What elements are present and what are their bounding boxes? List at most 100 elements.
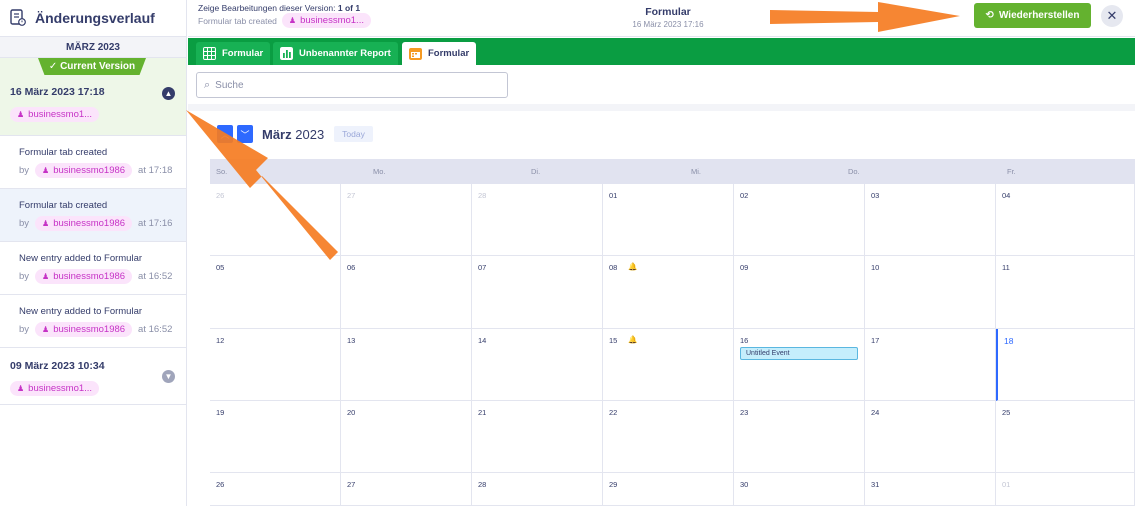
- search-input[interactable]: ⌕ Suche: [196, 72, 508, 98]
- calendar-event[interactable]: Untitled Event: [740, 347, 858, 360]
- day-number: 17: [871, 336, 880, 345]
- tab-label: Formular: [428, 48, 470, 59]
- event-meta: by ♟ businessmo1986 at 17:18: [19, 163, 172, 178]
- tab-formular-calendar[interactable]: Formular: [402, 42, 477, 65]
- history-event[interactable]: New entry added to Formular by ♟ business…: [0, 242, 186, 295]
- event-title: Formular tab created: [19, 147, 108, 158]
- sidebar-title: Änderungsverlauf: [35, 10, 155, 26]
- calendar-grid: 26 27 28 01 02 03 04 05 06 07 08 🔔 09 10 11 12 13 14 15 🔔 16…: [210, 184, 1135, 506]
- day-number: 03: [871, 191, 880, 200]
- calendar-day-cell[interactable]: 13: [341, 329, 472, 401]
- calendar-day-cell[interactable]: 04: [996, 184, 1135, 256]
- event-by: by: [19, 324, 30, 335]
- tab-bar: Formular Unbenannter Report Formular: [188, 38, 1135, 65]
- version-user: ♟ businessmo1...: [10, 378, 100, 396]
- calendar-day-cell[interactable]: 31: [865, 473, 996, 506]
- restore-button[interactable]: ⟲ Wiederherstellen: [974, 3, 1091, 28]
- user-name: businessmo1986: [53, 324, 126, 335]
- weekday-label: Do.: [848, 167, 860, 176]
- calendar-day-cell[interactable]: 20: [341, 401, 472, 473]
- calendar-day-cell[interactable]: 29: [603, 473, 734, 506]
- day-number: 09: [740, 263, 749, 272]
- calendar-day-cell[interactable]: 28: [472, 473, 603, 506]
- day-number: 02: [740, 191, 749, 200]
- next-month-button[interactable]: ﹀: [237, 125, 253, 143]
- calendar-day-cell[interactable]: 27: [341, 473, 472, 506]
- day-number: 12: [216, 336, 225, 345]
- older-version-item[interactable]: 09 März 2023 10:34 ♟ businessmo1... ▼: [0, 348, 186, 405]
- expand-chevron-icon[interactable]: ▼: [162, 370, 175, 383]
- day-number: 20: [347, 408, 356, 417]
- calendar-day-cell[interactable]: 06: [341, 256, 472, 329]
- tab-label: Unbenannter Report: [299, 48, 391, 59]
- calendar-day-cell[interactable]: 05: [210, 256, 341, 329]
- prev-month-button[interactable]: ︿: [217, 125, 233, 143]
- history-event[interactable]: Formular tab created by ♟ businessmo1986 …: [0, 136, 186, 189]
- calendar-day-cell[interactable]: 23: [734, 401, 865, 473]
- user-name: businessmo1986: [53, 271, 126, 282]
- tab-formular-table[interactable]: Formular: [196, 42, 271, 65]
- weekday-label: Di.: [531, 167, 541, 176]
- history-event-selected[interactable]: Formular tab created by ♟ businessmo1986 …: [0, 189, 186, 242]
- today-button[interactable]: Today: [334, 126, 373, 142]
- user-name: businessmo1986: [53, 218, 126, 229]
- calendar-day-cell[interactable]: 24: [865, 401, 996, 473]
- calendar-day-cell[interactable]: 15 🔔: [603, 329, 734, 401]
- calendar-day-cell[interactable]: 16 Untitled Event: [734, 329, 865, 401]
- search-icon: ⌕: [204, 78, 211, 91]
- day-number: 30: [740, 480, 749, 489]
- event-title: Formular tab created: [19, 200, 108, 211]
- calendar-day-cell[interactable]: 07: [472, 256, 603, 329]
- user-icon: ♟: [42, 166, 50, 175]
- calendar-day-cell[interactable]: 22: [603, 401, 734, 473]
- event-by: by: [19, 165, 30, 176]
- calendar-day-cell[interactable]: 14: [472, 329, 603, 401]
- calendar-day-cell[interactable]: 09: [734, 256, 865, 329]
- calendar-nav: ︿ ﹀ März 2023 Today: [217, 125, 373, 143]
- calendar-day-cell[interactable]: 18: [996, 329, 1135, 401]
- version-subtitle: Formular tab created ♟ businessmo1...: [198, 13, 371, 28]
- day-number: 25: [1002, 408, 1011, 417]
- calendar-day-cell[interactable]: 17: [865, 329, 996, 401]
- day-number: 31: [871, 480, 880, 489]
- calendar-day-cell[interactable]: 19: [210, 401, 341, 473]
- calendar-day-cell[interactable]: 10: [865, 256, 996, 329]
- reminder-bell-icon: 🔔: [628, 335, 638, 344]
- calendar-day-cell[interactable]: 30: [734, 473, 865, 506]
- calendar-day-cell[interactable]: 28: [472, 184, 603, 256]
- calendar-day-cell[interactable]: 02: [734, 184, 865, 256]
- day-number: 28: [478, 480, 487, 489]
- tab-report[interactable]: Unbenannter Report: [273, 42, 398, 65]
- calendar-day-cell[interactable]: 01: [603, 184, 734, 256]
- current-version-item[interactable]: ✓ Current Version 16 März 2023 17:18 ♟ bu…: [0, 58, 186, 136]
- history-event[interactable]: New entry added to Formular by ♟ business…: [0, 295, 186, 348]
- month-year: 2023: [295, 126, 325, 142]
- search-placeholder: Suche: [215, 79, 244, 91]
- day-number: 14: [478, 336, 487, 345]
- event-time: at 16:52: [138, 271, 173, 282]
- history-document-icon: [10, 9, 26, 26]
- day-number: 10: [871, 263, 880, 272]
- collapse-chevron-icon[interactable]: ▲: [162, 87, 175, 100]
- user-name: businessmo1...: [28, 383, 93, 394]
- day-number: 24: [871, 408, 880, 417]
- event-time: at 17:16: [138, 218, 173, 229]
- day-number: 23: [740, 408, 749, 417]
- calendar-day-cell[interactable]: 01: [996, 473, 1135, 506]
- close-button[interactable]: ✕: [1101, 5, 1123, 27]
- day-number: 18: [1004, 336, 1014, 346]
- calendar-day-cell[interactable]: 12: [210, 329, 341, 401]
- calendar-day-cell[interactable]: 08 🔔: [603, 256, 734, 329]
- calendar-icon: [409, 48, 422, 60]
- calendar-day-cell[interactable]: 03: [865, 184, 996, 256]
- calendar-day-cell[interactable]: 21: [472, 401, 603, 473]
- user-icon: ♟: [42, 325, 50, 334]
- calendar-day-cell[interactable]: 11: [996, 256, 1135, 329]
- calendar-day-cell[interactable]: 27: [341, 184, 472, 256]
- calendar-day-cell[interactable]: 26: [210, 184, 341, 256]
- calendar-day-cell[interactable]: 26: [210, 473, 341, 506]
- event-by: by: [19, 271, 30, 282]
- form-date: 16 März 2023 17:16: [632, 20, 704, 29]
- event-time: at 16:52: [138, 324, 173, 335]
- calendar-day-cell[interactable]: 25: [996, 401, 1135, 473]
